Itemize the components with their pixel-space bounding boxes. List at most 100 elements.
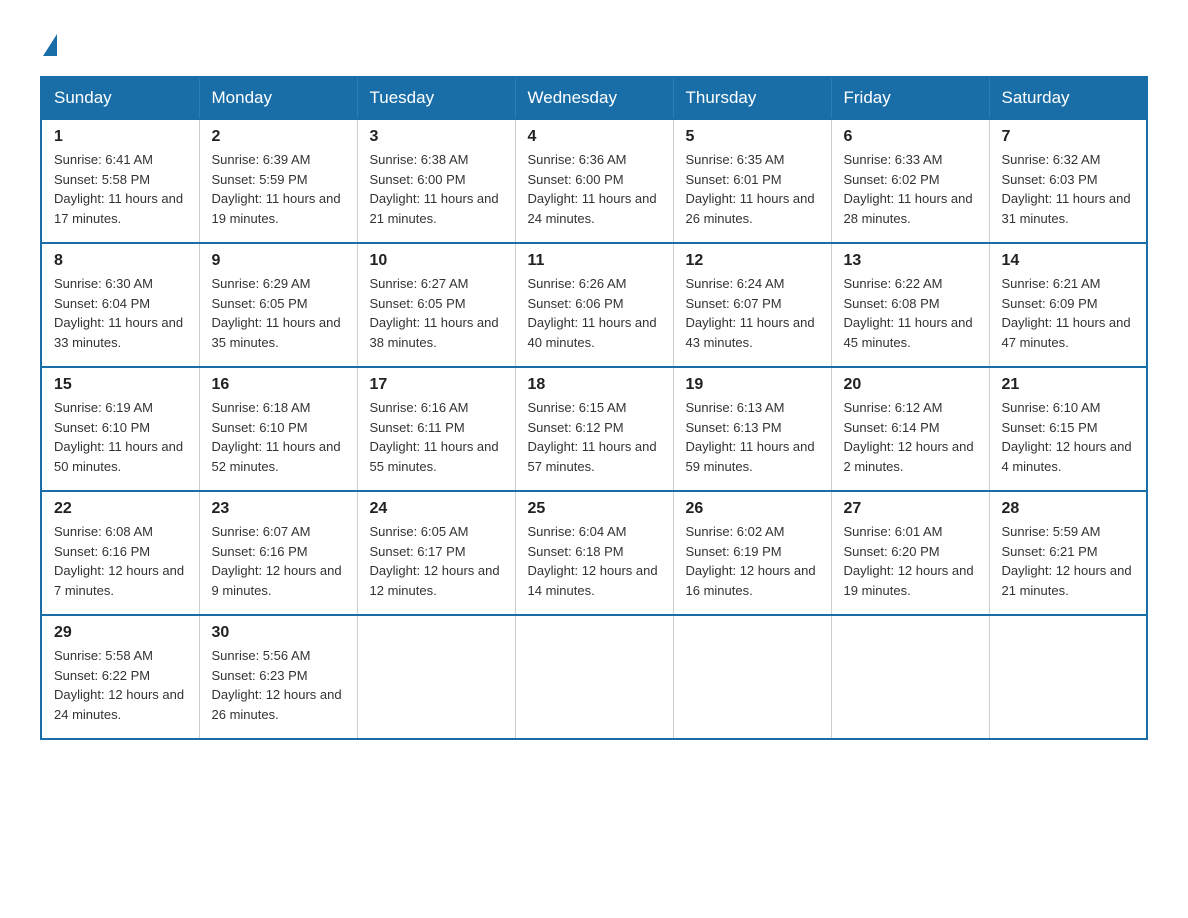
calendar-cell bbox=[673, 615, 831, 739]
day-info: Sunrise: 6:10 AMSunset: 6:15 PMDaylight:… bbox=[1002, 398, 1135, 476]
page-header bbox=[40, 30, 1148, 56]
day-info: Sunrise: 6:38 AMSunset: 6:00 PMDaylight:… bbox=[370, 150, 503, 228]
calendar-cell: 24 Sunrise: 6:05 AMSunset: 6:17 PMDaylig… bbox=[357, 491, 515, 615]
day-number: 5 bbox=[686, 128, 819, 146]
day-number: 8 bbox=[54, 252, 187, 270]
calendar-week-row: 22 Sunrise: 6:08 AMSunset: 6:16 PMDaylig… bbox=[41, 491, 1147, 615]
calendar-cell: 20 Sunrise: 6:12 AMSunset: 6:14 PMDaylig… bbox=[831, 367, 989, 491]
day-info: Sunrise: 6:22 AMSunset: 6:08 PMDaylight:… bbox=[844, 274, 977, 352]
day-info: Sunrise: 6:04 AMSunset: 6:18 PMDaylight:… bbox=[528, 522, 661, 600]
calendar-cell: 18 Sunrise: 6:15 AMSunset: 6:12 PMDaylig… bbox=[515, 367, 673, 491]
calendar-cell: 11 Sunrise: 6:26 AMSunset: 6:06 PMDaylig… bbox=[515, 243, 673, 367]
day-info: Sunrise: 6:35 AMSunset: 6:01 PMDaylight:… bbox=[686, 150, 819, 228]
day-number: 20 bbox=[844, 376, 977, 394]
day-number: 30 bbox=[212, 624, 345, 642]
day-number: 29 bbox=[54, 624, 187, 642]
calendar-cell: 22 Sunrise: 6:08 AMSunset: 6:16 PMDaylig… bbox=[41, 491, 199, 615]
calendar-cell: 28 Sunrise: 5:59 AMSunset: 6:21 PMDaylig… bbox=[989, 491, 1147, 615]
day-of-week-header: Friday bbox=[831, 77, 989, 119]
day-number: 7 bbox=[1002, 128, 1135, 146]
calendar-cell: 12 Sunrise: 6:24 AMSunset: 6:07 PMDaylig… bbox=[673, 243, 831, 367]
day-info: Sunrise: 6:15 AMSunset: 6:12 PMDaylight:… bbox=[528, 398, 661, 476]
calendar-cell: 1 Sunrise: 6:41 AMSunset: 5:58 PMDayligh… bbox=[41, 119, 199, 243]
calendar-cell: 4 Sunrise: 6:36 AMSunset: 6:00 PMDayligh… bbox=[515, 119, 673, 243]
calendar-cell: 10 Sunrise: 6:27 AMSunset: 6:05 PMDaylig… bbox=[357, 243, 515, 367]
day-info: Sunrise: 6:01 AMSunset: 6:20 PMDaylight:… bbox=[844, 522, 977, 600]
day-info: Sunrise: 6:41 AMSunset: 5:58 PMDaylight:… bbox=[54, 150, 187, 228]
calendar-cell: 30 Sunrise: 5:56 AMSunset: 6:23 PMDaylig… bbox=[199, 615, 357, 739]
calendar-cell: 29 Sunrise: 5:58 AMSunset: 6:22 PMDaylig… bbox=[41, 615, 199, 739]
calendar-cell: 25 Sunrise: 6:04 AMSunset: 6:18 PMDaylig… bbox=[515, 491, 673, 615]
calendar-week-row: 15 Sunrise: 6:19 AMSunset: 6:10 PMDaylig… bbox=[41, 367, 1147, 491]
logo-triangle-icon bbox=[43, 34, 57, 56]
day-number: 28 bbox=[1002, 500, 1135, 518]
day-info: Sunrise: 6:05 AMSunset: 6:17 PMDaylight:… bbox=[370, 522, 503, 600]
calendar-cell bbox=[515, 615, 673, 739]
calendar-cell bbox=[357, 615, 515, 739]
day-of-week-header: Thursday bbox=[673, 77, 831, 119]
calendar-week-row: 29 Sunrise: 5:58 AMSunset: 6:22 PMDaylig… bbox=[41, 615, 1147, 739]
calendar-cell: 13 Sunrise: 6:22 AMSunset: 6:08 PMDaylig… bbox=[831, 243, 989, 367]
day-info: Sunrise: 6:33 AMSunset: 6:02 PMDaylight:… bbox=[844, 150, 977, 228]
day-info: Sunrise: 6:18 AMSunset: 6:10 PMDaylight:… bbox=[212, 398, 345, 476]
calendar-cell: 3 Sunrise: 6:38 AMSunset: 6:00 PMDayligh… bbox=[357, 119, 515, 243]
calendar-cell: 26 Sunrise: 6:02 AMSunset: 6:19 PMDaylig… bbox=[673, 491, 831, 615]
day-number: 2 bbox=[212, 128, 345, 146]
calendar-cell: 7 Sunrise: 6:32 AMSunset: 6:03 PMDayligh… bbox=[989, 119, 1147, 243]
day-info: Sunrise: 6:30 AMSunset: 6:04 PMDaylight:… bbox=[54, 274, 187, 352]
calendar-cell: 17 Sunrise: 6:16 AMSunset: 6:11 PMDaylig… bbox=[357, 367, 515, 491]
calendar-cell: 6 Sunrise: 6:33 AMSunset: 6:02 PMDayligh… bbox=[831, 119, 989, 243]
day-number: 12 bbox=[686, 252, 819, 270]
day-info: Sunrise: 6:02 AMSunset: 6:19 PMDaylight:… bbox=[686, 522, 819, 600]
day-info: Sunrise: 6:29 AMSunset: 6:05 PMDaylight:… bbox=[212, 274, 345, 352]
day-number: 26 bbox=[686, 500, 819, 518]
day-info: Sunrise: 6:27 AMSunset: 6:05 PMDaylight:… bbox=[370, 274, 503, 352]
day-number: 25 bbox=[528, 500, 661, 518]
day-number: 6 bbox=[844, 128, 977, 146]
day-number: 21 bbox=[1002, 376, 1135, 394]
day-of-week-header: Sunday bbox=[41, 77, 199, 119]
calendar-cell: 23 Sunrise: 6:07 AMSunset: 6:16 PMDaylig… bbox=[199, 491, 357, 615]
day-number: 3 bbox=[370, 128, 503, 146]
day-info: Sunrise: 6:12 AMSunset: 6:14 PMDaylight:… bbox=[844, 398, 977, 476]
day-info: Sunrise: 6:26 AMSunset: 6:06 PMDaylight:… bbox=[528, 274, 661, 352]
calendar-cell: 5 Sunrise: 6:35 AMSunset: 6:01 PMDayligh… bbox=[673, 119, 831, 243]
day-of-week-header: Wednesday bbox=[515, 77, 673, 119]
day-info: Sunrise: 6:07 AMSunset: 6:16 PMDaylight:… bbox=[212, 522, 345, 600]
calendar-week-row: 8 Sunrise: 6:30 AMSunset: 6:04 PMDayligh… bbox=[41, 243, 1147, 367]
day-number: 13 bbox=[844, 252, 977, 270]
calendar-table: SundayMondayTuesdayWednesdayThursdayFrid… bbox=[40, 76, 1148, 740]
day-info: Sunrise: 6:08 AMSunset: 6:16 PMDaylight:… bbox=[54, 522, 187, 600]
day-info: Sunrise: 6:36 AMSunset: 6:00 PMDaylight:… bbox=[528, 150, 661, 228]
calendar-cell: 8 Sunrise: 6:30 AMSunset: 6:04 PMDayligh… bbox=[41, 243, 199, 367]
day-of-week-header: Saturday bbox=[989, 77, 1147, 119]
day-of-week-header: Tuesday bbox=[357, 77, 515, 119]
calendar-cell: 21 Sunrise: 6:10 AMSunset: 6:15 PMDaylig… bbox=[989, 367, 1147, 491]
day-number: 9 bbox=[212, 252, 345, 270]
calendar-cell: 2 Sunrise: 6:39 AMSunset: 5:59 PMDayligh… bbox=[199, 119, 357, 243]
day-number: 18 bbox=[528, 376, 661, 394]
day-number: 11 bbox=[528, 252, 661, 270]
calendar-cell bbox=[989, 615, 1147, 739]
day-number: 10 bbox=[370, 252, 503, 270]
calendar-cell: 16 Sunrise: 6:18 AMSunset: 6:10 PMDaylig… bbox=[199, 367, 357, 491]
day-number: 15 bbox=[54, 376, 187, 394]
day-info: Sunrise: 5:59 AMSunset: 6:21 PMDaylight:… bbox=[1002, 522, 1135, 600]
day-of-week-header: Monday bbox=[199, 77, 357, 119]
calendar-week-row: 1 Sunrise: 6:41 AMSunset: 5:58 PMDayligh… bbox=[41, 119, 1147, 243]
day-number: 17 bbox=[370, 376, 503, 394]
logo bbox=[40, 30, 57, 56]
calendar-cell: 19 Sunrise: 6:13 AMSunset: 6:13 PMDaylig… bbox=[673, 367, 831, 491]
day-number: 24 bbox=[370, 500, 503, 518]
day-info: Sunrise: 6:16 AMSunset: 6:11 PMDaylight:… bbox=[370, 398, 503, 476]
day-number: 4 bbox=[528, 128, 661, 146]
day-number: 14 bbox=[1002, 252, 1135, 270]
day-info: Sunrise: 6:24 AMSunset: 6:07 PMDaylight:… bbox=[686, 274, 819, 352]
day-number: 1 bbox=[54, 128, 187, 146]
day-info: Sunrise: 5:56 AMSunset: 6:23 PMDaylight:… bbox=[212, 646, 345, 724]
day-number: 16 bbox=[212, 376, 345, 394]
calendar-cell: 27 Sunrise: 6:01 AMSunset: 6:20 PMDaylig… bbox=[831, 491, 989, 615]
calendar-cell: 14 Sunrise: 6:21 AMSunset: 6:09 PMDaylig… bbox=[989, 243, 1147, 367]
day-number: 22 bbox=[54, 500, 187, 518]
calendar-header-row: SundayMondayTuesdayWednesdayThursdayFrid… bbox=[41, 77, 1147, 119]
